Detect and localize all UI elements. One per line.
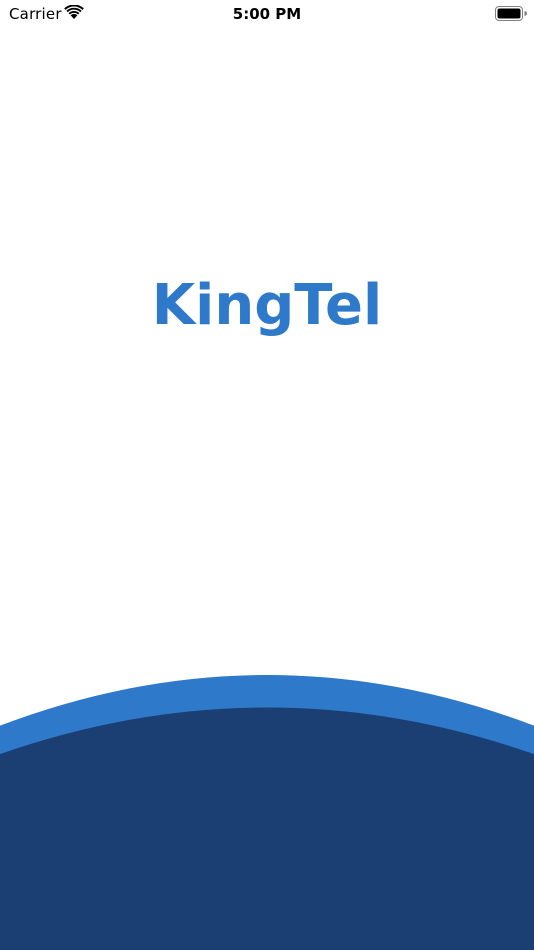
status-bar: Carrier 5:00 PM (0, 0, 534, 28)
app-logo-text: KingTel (151, 273, 383, 338)
status-time: 5:00 PM (232, 5, 302, 23)
battery-icon (495, 6, 527, 21)
bottom-wave-decoration (0, 675, 534, 950)
wave-inner-fill (0, 707, 534, 950)
